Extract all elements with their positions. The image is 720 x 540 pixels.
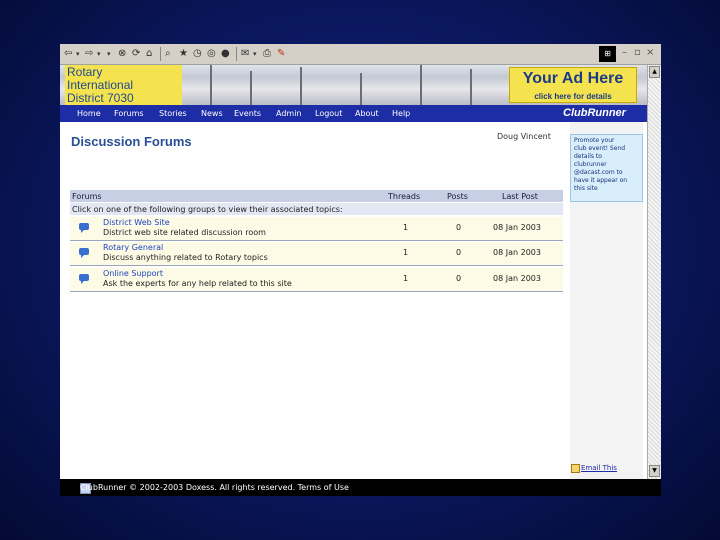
promo-box[interactable]: Promote your club event! Send details to… — [570, 134, 643, 202]
header-photo — [210, 65, 212, 105]
refresh-icon[interactable]: ⟳ — [132, 47, 140, 61]
email-icon[interactable] — [571, 464, 580, 473]
search-icon[interactable]: ⌕ — [165, 47, 171, 61]
forum-last-post: 08 Jan 2003 — [493, 248, 541, 257]
forum-description: Discuss anything related to Rotary topic… — [103, 253, 268, 262]
promo-line: club event! Send — [574, 145, 625, 152]
vertical-scrollbar[interactable]: ▲ ▼ — [647, 65, 661, 479]
forum-icon — [79, 274, 89, 284]
forum-posts: 0 — [456, 223, 462, 232]
table-row: Online Support Ask the experts for any h… — [70, 268, 563, 292]
clubrunner-brand[interactable]: ClubRunner — [563, 107, 626, 119]
nav-events[interactable]: Events — [234, 109, 261, 118]
promo-line: this site — [574, 185, 598, 192]
media-icon[interactable]: ◎ — [207, 47, 216, 61]
promo-line: @dacast.com to — [574, 169, 623, 176]
forums-table-header: Forums Threads Posts Last Post — [70, 190, 563, 202]
nav-forums[interactable]: Forums — [114, 109, 144, 118]
page-content: Rotary International District 7030 Your … — [60, 65, 647, 479]
edit-icon[interactable]: ✎ — [277, 47, 285, 61]
district-logo[interactable]: Rotary International District 7030 — [65, 65, 182, 105]
promo-line: have it appear on — [574, 177, 628, 184]
user-name: Doug Vincent — [497, 132, 551, 141]
table-row: District Web Site District web site rela… — [70, 217, 563, 241]
history-icon[interactable]: ◷ — [193, 47, 202, 61]
forum-threads: 1 — [403, 274, 409, 283]
table-row: Rotary General Discuss anything related … — [70, 242, 563, 266]
forward-icon[interactable]: ⇨ — [85, 47, 93, 61]
forward-dropdown-icon[interactable]: ▾ — [97, 47, 101, 61]
ad-subtitle: click here for details — [534, 92, 612, 101]
toolbar-separator — [160, 47, 161, 61]
promo-line: Promote your — [574, 137, 615, 144]
promo-line: details to — [574, 153, 602, 160]
back-dropdown-icon[interactable]: ▾ — [76, 47, 80, 61]
windows-logo-icon: ⊞ — [599, 46, 616, 62]
header-photo — [300, 67, 302, 105]
column-header-posts: Posts — [447, 192, 468, 201]
back-icon[interactable]: ⇦ — [64, 47, 72, 61]
scroll-up-icon[interactable]: ▲ — [649, 66, 660, 78]
forum-last-post: 08 Jan 2003 — [493, 223, 541, 232]
mail-dropdown-icon[interactable]: ▾ — [253, 47, 257, 61]
browser-toolbar: ⇦ ▾ ⇨ ▾ ▾ ⊗ ⟳ ⌂ ⌕ ★ ◷ ◎ ● ✉ ▾ ⎙ ✎ ⊞ – ▫ … — [60, 44, 661, 65]
mail-icon[interactable]: ✉ — [241, 47, 249, 61]
ad-title: Your Ad Here — [522, 70, 624, 87]
instruction-text: Click on one of the following groups to … — [72, 205, 343, 214]
header-photo — [250, 71, 252, 105]
forum-icon — [79, 248, 89, 258]
close-icon[interactable]: × — [646, 47, 654, 58]
forum-last-post: 08 Jan 2003 — [493, 274, 541, 283]
favorites-icon[interactable]: ★ — [179, 47, 188, 61]
header-photo — [420, 65, 422, 105]
stop-icon[interactable]: ⊗ — [118, 47, 126, 61]
nav-admin[interactable]: Admin — [276, 109, 302, 118]
forum-icon — [79, 223, 89, 233]
nav-about[interactable]: About — [355, 109, 379, 118]
nav-stories[interactable]: Stories — [159, 109, 187, 118]
forum-posts: 0 — [456, 274, 462, 283]
forum-link-rotary-general[interactable]: Rotary General — [103, 243, 163, 253]
column-header-forums: Forums — [72, 192, 102, 201]
column-header-threads: Threads — [388, 192, 421, 201]
nav-home[interactable]: Home — [77, 109, 101, 118]
minimize-icon[interactable]: – — [622, 47, 627, 58]
page-title: Discussion Forums — [71, 134, 192, 149]
main-nav: Home Forums Stories News Events Admin Lo… — [60, 105, 647, 122]
nav-news[interactable]: News — [201, 109, 223, 118]
forum-posts: 0 — [456, 248, 462, 257]
header-photo — [360, 73, 362, 105]
forums-instruction-row: Click on one of the following groups to … — [70, 203, 563, 215]
ad-banner[interactable]: Your Ad Here click here for details — [509, 67, 637, 103]
forum-description: District web site related discussion roo… — [103, 228, 266, 237]
forum-threads: 1 — [403, 248, 409, 257]
dropdown-icon[interactable]: ▾ — [107, 47, 111, 61]
nav-logout[interactable]: Logout — [315, 109, 342, 118]
forum-description: Ask the experts for any help related to … — [103, 279, 292, 288]
home-icon[interactable]: ⌂ — [146, 47, 152, 61]
page-footer: ClubRunner © 2002-2003 Doxess. All right… — [60, 479, 661, 496]
print-icon[interactable]: ⎙ — [263, 47, 271, 61]
nav-help[interactable]: Help — [392, 109, 410, 118]
site-header: Rotary International District 7030 Your … — [60, 65, 647, 105]
email-this-link[interactable]: Email This — [581, 464, 617, 472]
promo-line: clubrunner — [574, 161, 607, 168]
forum-link-district-web-site[interactable]: District Web Site — [103, 218, 170, 228]
forum-link-online-support[interactable]: Online Support — [103, 269, 163, 279]
browser-window: ⇦ ▾ ⇨ ▾ ▾ ⊗ ⟳ ⌂ ⌕ ★ ◷ ◎ ● ✉ ▾ ⎙ ✎ ⊞ – ▫ … — [60, 44, 661, 496]
restore-icon[interactable]: ▫ — [634, 47, 641, 58]
column-header-last-post: Last Post — [502, 192, 538, 201]
scroll-down-icon[interactable]: ▼ — [649, 465, 660, 477]
footer-text: ClubRunner © 2002-2003 Doxess. All right… — [80, 483, 349, 492]
logo-line: District 7030 — [67, 91, 134, 105]
forum-threads: 1 — [403, 223, 409, 232]
header-photo — [470, 69, 472, 105]
toolbar-separator — [236, 47, 237, 61]
globe-icon[interactable]: ● — [221, 47, 230, 61]
